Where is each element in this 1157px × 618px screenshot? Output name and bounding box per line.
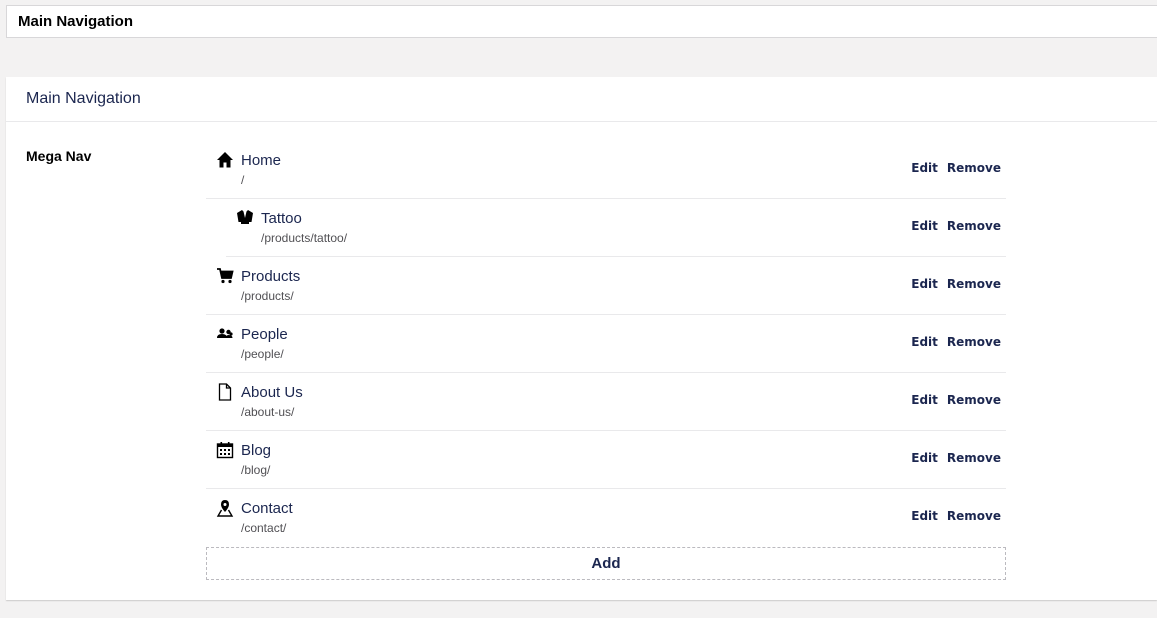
remove-button[interactable]: Remove <box>947 393 1001 407</box>
nav-item-name: Blog <box>241 442 272 459</box>
nav-item-url: /products/tattoo/ <box>261 231 348 245</box>
edit-button[interactable]: Edit <box>911 161 938 175</box>
map-pin-icon <box>206 489 241 517</box>
edit-button[interactable]: Edit <box>911 451 938 465</box>
nav-item-name: About Us <box>241 384 303 401</box>
content-name-bar: Main Navigation <box>6 5 1157 38</box>
nav-item-url: /contact/ <box>241 521 287 535</box>
page: Main Navigation Main Navigation Mega Nav… <box>0 0 1157 618</box>
nav-item-about-us[interactable]: About Us /about-us/ Edit Remove <box>206 373 1006 431</box>
edit-button[interactable]: Edit <box>911 393 938 407</box>
nav-item-url: /about-us/ <box>241 405 295 419</box>
nav-item-url: /products/ <box>241 289 294 303</box>
nav-item-name: Home <box>241 152 282 169</box>
nav-item-tattoo[interactable]: Tattoo /products/tattoo/ Edit Remove <box>226 199 1006 257</box>
remove-button[interactable]: Remove <box>947 509 1001 523</box>
shirt-icon <box>226 199 261 225</box>
edit-button[interactable]: Edit <box>911 335 938 349</box>
shopping-cart-icon <box>206 257 241 285</box>
nav-item-home[interactable]: Home / Edit Remove <box>206 141 1006 199</box>
nav-item-url: /people/ <box>241 347 284 361</box>
nav-item-products[interactable]: Products /products/ Edit Remove <box>206 257 1006 315</box>
home-icon <box>206 141 241 169</box>
panel-header: Main Navigation <box>6 77 1157 122</box>
nav-item-url: /blog/ <box>241 463 271 477</box>
nav-item-name: Products <box>241 268 301 285</box>
main-navigation-panel: Main Navigation Mega Nav Home / Edit Rem… <box>6 77 1157 600</box>
content-name[interactable]: Main Navigation <box>18 13 133 30</box>
property-label: Mega Nav <box>26 148 92 164</box>
remove-button[interactable]: Remove <box>947 451 1001 465</box>
panel-title: Main Navigation <box>26 90 141 107</box>
nav-item-people[interactable]: People /people/ Edit Remove <box>206 315 1006 373</box>
calendar-icon <box>206 431 241 459</box>
nav-item-name: Contact <box>241 500 293 517</box>
remove-button[interactable]: Remove <box>947 219 1001 233</box>
remove-button[interactable]: Remove <box>947 161 1001 175</box>
edit-button[interactable]: Edit <box>911 509 938 523</box>
nav-item-list: Home / Edit Remove Tattoo /products/tatt… <box>206 141 1006 546</box>
nav-item-name: Tattoo <box>261 210 302 227</box>
nav-item-url: / <box>241 173 245 187</box>
nav-item-contact[interactable]: Contact /contact/ Edit Remove <box>206 489 1006 546</box>
nav-item-name: People <box>241 326 288 343</box>
edit-button[interactable]: Edit <box>911 219 938 233</box>
add-button[interactable]: Add <box>206 547 1006 580</box>
document-icon <box>206 373 241 401</box>
remove-button[interactable]: Remove <box>947 277 1001 291</box>
users-icon <box>206 315 241 341</box>
remove-button[interactable]: Remove <box>947 335 1001 349</box>
nav-item-blog[interactable]: Blog /blog/ Edit Remove <box>206 431 1006 489</box>
edit-button[interactable]: Edit <box>911 277 938 291</box>
